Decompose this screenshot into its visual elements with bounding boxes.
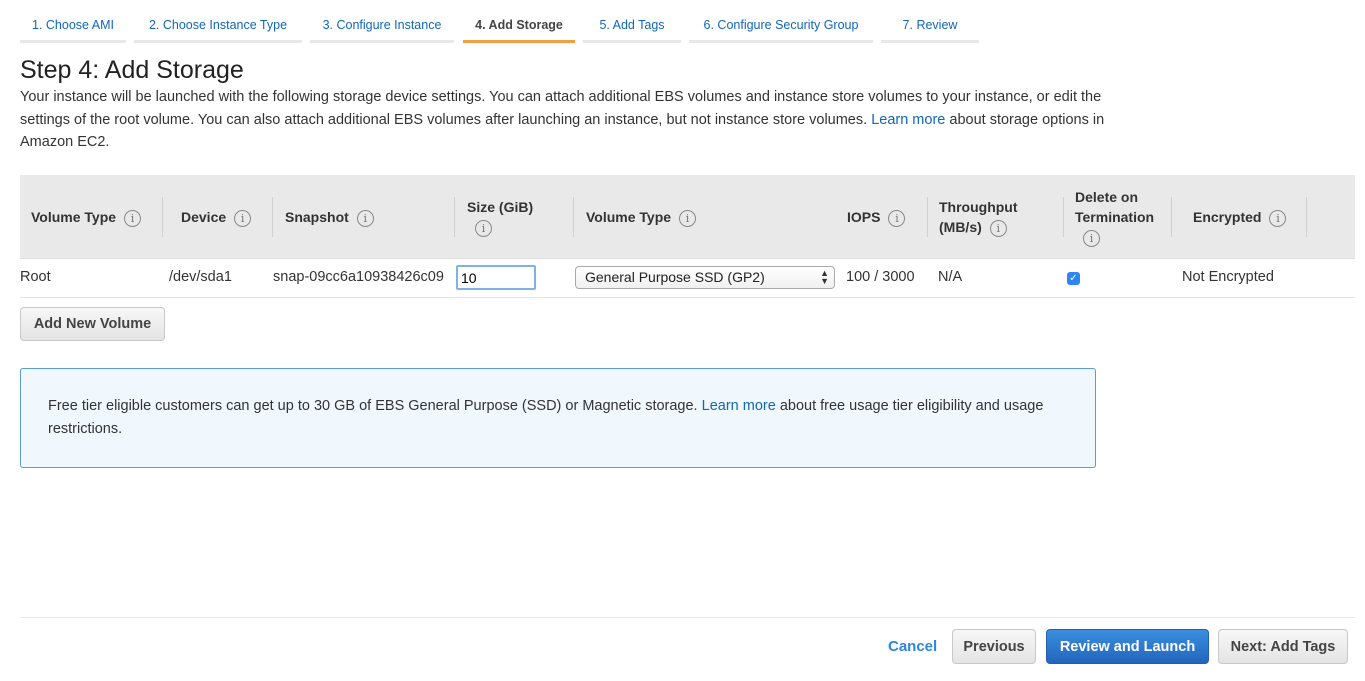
free-tier-notice: Free tier eligible customers can get up … xyxy=(20,368,1096,468)
info-icon[interactable]: i xyxy=(475,219,492,237)
info-icon[interactable]: i xyxy=(356,209,374,227)
header-size[interactable]: Size (GiB) i xyxy=(467,197,547,237)
review-and-launch-button[interactable]: Review and Launch xyxy=(1046,629,1209,664)
info-icon[interactable]: i xyxy=(234,209,252,227)
info-icon[interactable]: i xyxy=(679,209,697,227)
header-snapshot[interactable]: Snapshot i xyxy=(285,207,374,227)
size-input[interactable] xyxy=(456,265,536,290)
tab-review[interactable]: 7. Review xyxy=(881,18,979,43)
row-divider xyxy=(20,297,1355,298)
cell-snapshot: snap-09cc6a10938426c09 xyxy=(273,269,444,285)
tab-configure-security-group[interactable]: 6. Configure Security Group xyxy=(689,18,873,43)
info-icon[interactable]: i xyxy=(124,209,142,227)
volume-type-value: General Purpose SSD (GP2) xyxy=(585,269,765,285)
tab-configure-instance[interactable]: 3. Configure Instance xyxy=(310,18,454,43)
page-title: Step 4: Add Storage xyxy=(20,56,244,84)
volume-type-select[interactable]: General Purpose SSD (GP2) ▲ ▼ xyxy=(575,266,835,289)
cell-encrypted: Not Encrypted xyxy=(1182,269,1274,285)
info-icon[interactable]: i xyxy=(1083,229,1100,247)
learn-more-link[interactable]: Learn more xyxy=(871,112,945,128)
next-add-tags-button[interactable]: Next: Add Tags xyxy=(1218,629,1348,664)
cell-volume-type: Root xyxy=(20,269,51,285)
header-volume-type[interactable]: Volume Type i xyxy=(31,207,142,227)
info-icon[interactable]: i xyxy=(888,209,906,227)
header-device[interactable]: Device i xyxy=(181,207,252,227)
tab-add-tags[interactable]: 5. Add Tags xyxy=(583,18,681,43)
previous-button[interactable]: Previous xyxy=(952,629,1036,664)
header-iops[interactable]: IOPS i xyxy=(847,207,906,227)
header-encrypted[interactable]: Encrypted i xyxy=(1193,207,1287,227)
free-tier-learn-more-link[interactable]: Learn more xyxy=(702,398,776,414)
cancel-link[interactable]: Cancel xyxy=(888,638,937,655)
delete-on-termination-checkbox[interactable]: ✓ xyxy=(1067,272,1080,285)
info-icon[interactable]: i xyxy=(1269,209,1287,227)
header-throughput[interactable]: Throughput (MB/s) i xyxy=(939,197,1049,237)
add-new-volume-button[interactable]: Add New Volume xyxy=(20,307,165,341)
table-header: Volume Type i Device i Snapshot i Size (GiB… xyxy=(20,175,1355,259)
tab-choose-ami[interactable]: 1. Choose AMI xyxy=(20,18,126,43)
page-description: Your instance will be launched with the … xyxy=(20,86,1110,154)
tab-choose-instance-type[interactable]: 2. Choose Instance Type xyxy=(134,18,302,43)
header-ebs-volume-type[interactable]: Volume Type i xyxy=(586,207,697,227)
header-delete-on-termination[interactable]: Delete on Termination i xyxy=(1075,187,1175,247)
notice-text: Free tier eligible customers can get up … xyxy=(48,398,698,414)
info-icon[interactable]: i xyxy=(989,219,1007,237)
tab-add-storage[interactable]: 4. Add Storage xyxy=(463,18,575,43)
select-arrows-icon: ▲ ▼ xyxy=(820,268,829,286)
footer-divider xyxy=(20,617,1355,618)
cell-device: /dev/sda1 xyxy=(169,269,232,285)
cell-throughput: N/A xyxy=(938,269,963,285)
cell-iops: 100 / 3000 xyxy=(846,269,915,285)
